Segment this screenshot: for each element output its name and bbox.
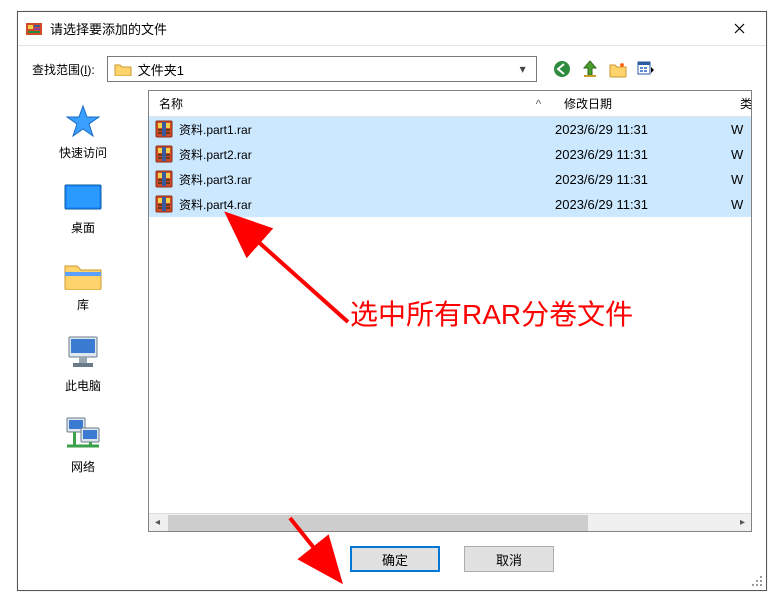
scroll-thumb[interactable] (168, 515, 588, 531)
resize-grip[interactable] (750, 574, 764, 588)
sidebar-item-label: 网络 (71, 458, 95, 475)
network-icon (63, 416, 103, 452)
file-row[interactable]: 资料.part3.rar 2023/6/29 11:31W (149, 167, 751, 192)
annotation-text: 选中所有RAR分卷文件 (350, 293, 633, 333)
this-pc-icon (63, 335, 103, 371)
lookup-label: 查找范围(I): (32, 61, 95, 78)
file-name-cell: 资料.part1.rar (149, 120, 555, 138)
sidebar-item-label: 桌面 (71, 219, 95, 236)
folder-icon (114, 62, 132, 76)
file-type-cell: W (731, 147, 751, 162)
titlebar: 请选择要添加的文件 (18, 12, 766, 46)
sidebar-item-network[interactable]: 网络 (63, 416, 103, 475)
ok-button[interactable]: 确定 (350, 546, 440, 572)
dialog-buttons: 确定 取消 (18, 532, 766, 572)
back-icon (553, 60, 571, 78)
cancel-button[interactable]: 取消 (464, 546, 554, 572)
rar-file-icon (155, 145, 173, 163)
new-folder-button[interactable] (609, 60, 627, 78)
up-icon (581, 60, 599, 78)
column-headers: 名称 ^ 修改日期 类 (149, 91, 751, 117)
file-row[interactable]: 资料.part2.rar 2023/6/29 11:31W (149, 142, 751, 167)
view-icon (637, 60, 655, 78)
column-date[interactable]: 修改日期 (554, 91, 730, 116)
column-type[interactable]: 类 (730, 91, 751, 116)
file-type-cell: W (731, 172, 751, 187)
dialog-title: 请选择要添加的文件 (50, 19, 716, 38)
file-name-cell: 资料.part4.rar (149, 195, 555, 213)
close-icon (734, 23, 745, 34)
sidebar-item-label: 此电脑 (65, 377, 101, 394)
rar-file-icon (155, 120, 173, 138)
desktop-icon (63, 183, 103, 213)
star-icon (66, 104, 100, 138)
rar-file-icon (155, 195, 173, 213)
file-type-cell: W (731, 197, 751, 212)
horizontal-scrollbar[interactable]: ◂ ▸ (149, 513, 751, 531)
file-name-cell: 资料.part2.rar (149, 145, 555, 163)
close-button[interactable] (716, 14, 762, 44)
lookup-combo[interactable]: 文件夹1 ▾ (107, 56, 537, 82)
file-name-text: 资料.part2.rar (179, 146, 252, 163)
file-date-cell: 2023/6/29 11:31 (555, 172, 731, 187)
file-name-text: 资料.part3.rar (179, 171, 252, 188)
file-date-cell: 2023/6/29 11:31 (555, 122, 731, 137)
sidebar-item-label: 库 (77, 296, 89, 313)
scroll-left-button[interactable]: ◂ (149, 515, 166, 531)
file-name-text: 资料.part1.rar (179, 121, 252, 138)
sidebar-item-library[interactable]: 库 (63, 258, 103, 313)
chevron-down-icon: ▾ (514, 62, 532, 76)
view-menu-button[interactable] (637, 60, 655, 78)
sidebar-item-quick-access[interactable]: 快速访问 (59, 104, 107, 161)
library-icon (63, 258, 103, 290)
sidebar-item-label: 快速访问 (59, 144, 107, 161)
file-row[interactable]: 资料.part1.rar 2023/6/29 11:31W (149, 117, 751, 142)
file-name-text: 资料.part4.rar (179, 196, 252, 213)
sidebar-item-desktop[interactable]: 桌面 (63, 183, 103, 236)
new-folder-icon (609, 60, 627, 78)
winrar-app-icon (26, 21, 42, 37)
file-date-cell: 2023/6/29 11:31 (555, 197, 731, 212)
column-name[interactable]: 名称 (149, 91, 524, 116)
sidebar-item-this-pc[interactable]: 此电脑 (63, 335, 103, 394)
up-one-level-button[interactable] (581, 60, 599, 78)
sort-indicator: ^ (524, 91, 554, 116)
lookup-combo-value: 文件夹1 (138, 60, 514, 79)
file-date-cell: 2023/6/29 11:31 (555, 147, 731, 162)
back-button[interactable] (553, 60, 571, 78)
scroll-right-button[interactable]: ▸ (734, 515, 751, 531)
file-row[interactable]: 资料.part4.rar 2023/6/29 11:31W (149, 192, 751, 217)
file-name-cell: 资料.part3.rar (149, 170, 555, 188)
places-sidebar: 快速访问 桌面 库 此电脑 网络 (18, 90, 148, 532)
file-type-cell: W (731, 122, 751, 137)
rar-file-icon (155, 170, 173, 188)
lookup-toolbar: 查找范围(I): 文件夹1 ▾ (18, 46, 766, 90)
